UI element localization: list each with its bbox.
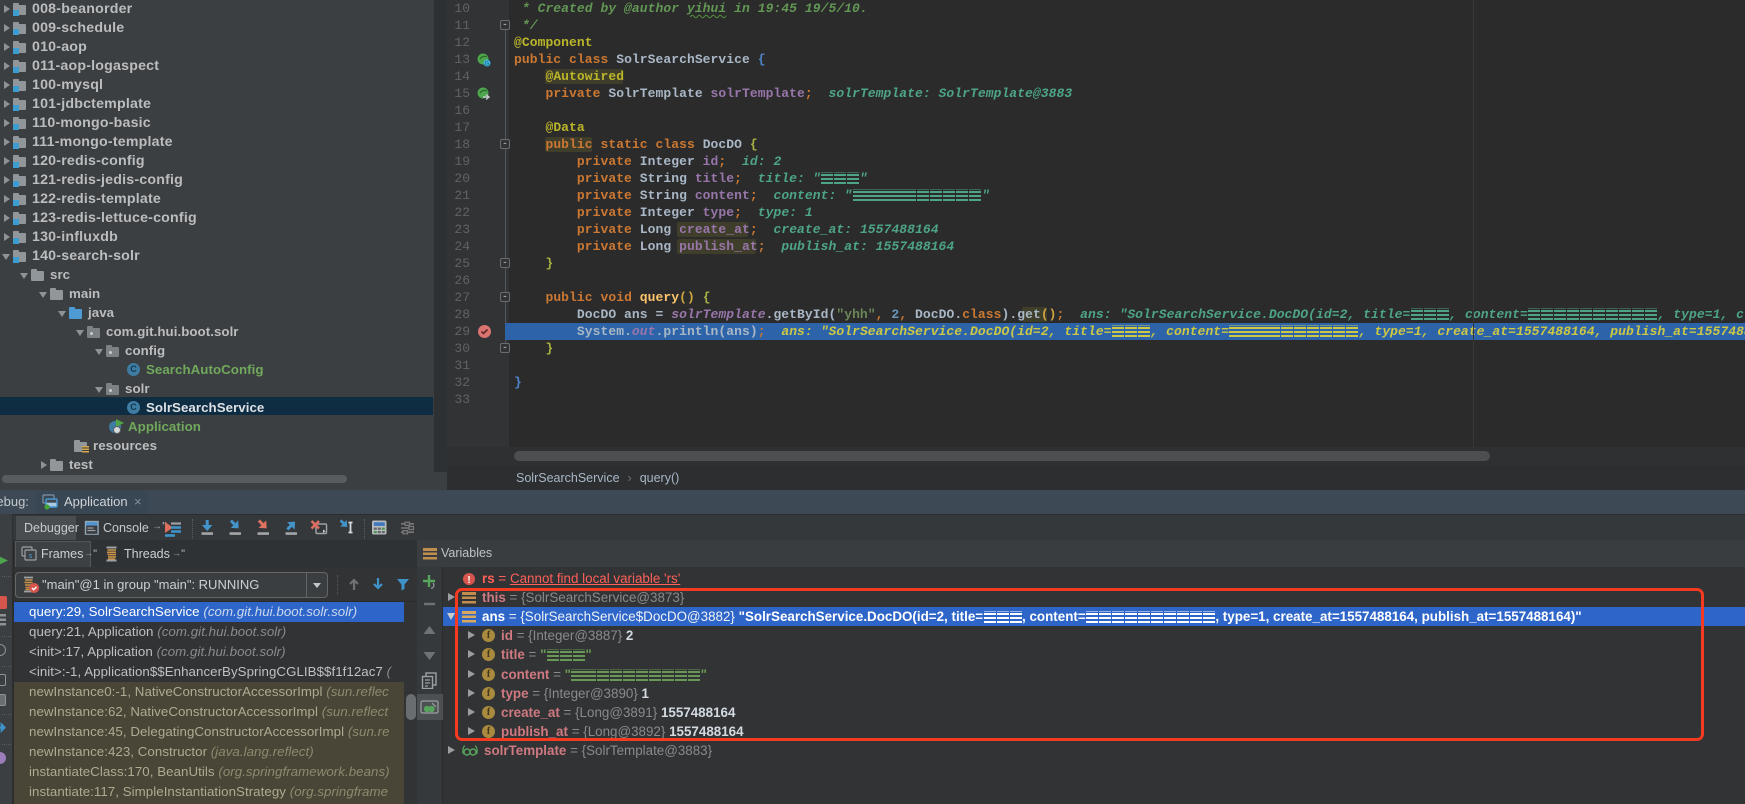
svg-text:!: ! <box>467 575 470 586</box>
svg-text:s: s <box>28 553 32 561</box>
svg-text:G: G <box>485 62 490 68</box>
